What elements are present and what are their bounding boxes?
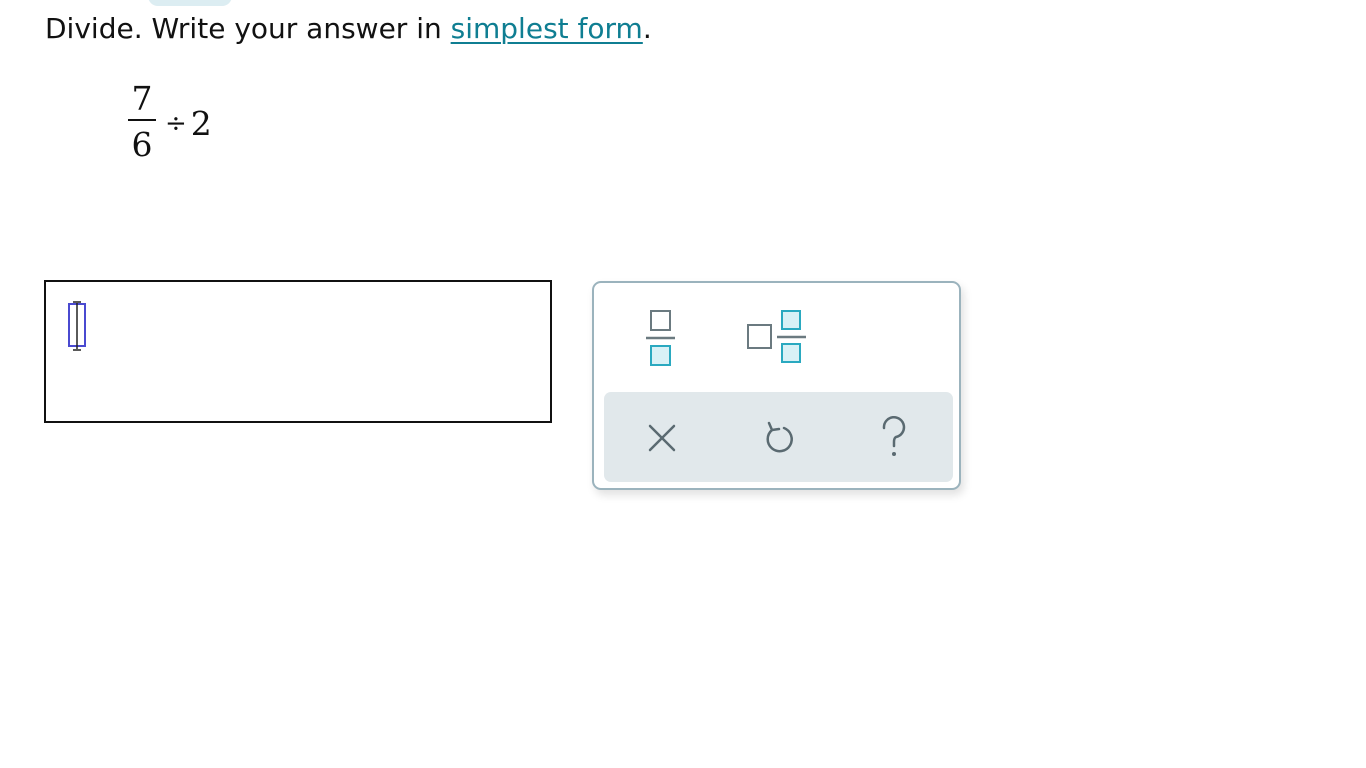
instructions-text: Divide. Write your answer in xyxy=(45,12,451,45)
x-icon xyxy=(648,424,676,452)
simplest-form-link[interactable]: simplest form xyxy=(451,12,643,45)
fraction-button[interactable] xyxy=(638,307,682,367)
undo-icon xyxy=(766,421,793,453)
denominator: 6 xyxy=(131,125,153,164)
undo-button[interactable] xyxy=(756,416,800,460)
clear-button[interactable] xyxy=(640,416,684,460)
help-button[interactable] xyxy=(872,414,916,462)
divisor: 2 xyxy=(190,104,212,143)
numerator: 7 xyxy=(131,79,153,118)
fraction: 7 6 xyxy=(128,79,156,169)
answer-input[interactable] xyxy=(44,280,552,423)
math-palette xyxy=(592,281,961,490)
text-cursor-icon xyxy=(67,300,87,351)
instructions: Divide. Write your answer in simplest fo… xyxy=(45,10,652,48)
question-mark-icon xyxy=(882,416,906,456)
math-expression: 7 6 ÷ 2 xyxy=(128,78,212,170)
mixed-number-icon xyxy=(747,310,806,363)
top-tab-indicator xyxy=(148,0,232,6)
mixed-number-button[interactable] xyxy=(744,307,814,367)
palette-actions-bar xyxy=(604,392,953,482)
divide-sign: ÷ xyxy=(165,109,187,139)
fraction-icon xyxy=(646,310,675,366)
instructions-period: . xyxy=(642,12,652,45)
